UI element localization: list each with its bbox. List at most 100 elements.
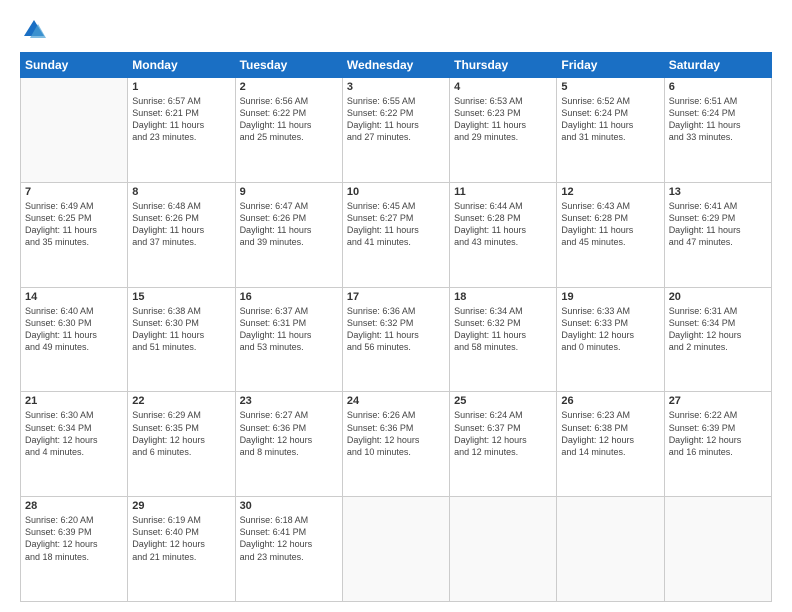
- day-number: 12: [561, 186, 659, 198]
- calendar-cell: 18Sunrise: 6:34 AM Sunset: 6:32 PM Dayli…: [450, 287, 557, 392]
- day-number: 16: [240, 291, 338, 303]
- logo: [20, 16, 52, 44]
- calendar-cell: 2 Sunrise: 6:56 AM Sunset: 6:22 PM Daylig…: [235, 78, 342, 183]
- cell-info: Sunrise: 6:53 AM Sunset: 6:23 PM Dayligh…: [454, 95, 552, 144]
- calendar-cell: 29 Sunrise: 6:19 AM Sunset: 6:40 PM Dayli…: [128, 497, 235, 602]
- cell-info: Sunrise: 6:44 AM Sunset: 6:28 PM Dayligh…: [454, 200, 552, 249]
- calendar-cell: 1 Sunrise: 6:57 AM Sunset: 6:21 PM Daylig…: [128, 78, 235, 183]
- cell-info: Sunrise: 6:26 AM Sunset: 6:36 PM Dayligh…: [347, 409, 445, 458]
- calendar-cell: 30 Sunrise: 6:18 AM Sunset: 6:41 PM Dayli…: [235, 497, 342, 602]
- col-header-thursday: Thursday: [450, 53, 557, 78]
- calendar-cell: 11 Sunrise: 6:44 AM Sunset: 6:28 PM Dayli…: [450, 182, 557, 287]
- cell-info: Sunrise: 6:51 AM Sunset: 6:24 PM Dayligh…: [669, 95, 767, 144]
- week-row-1: 1 Sunrise: 6:57 AM Sunset: 6:21 PM Daylig…: [21, 78, 772, 183]
- calendar-cell: 23Sunrise: 6:27 AM Sunset: 6:36 PM Dayli…: [235, 392, 342, 497]
- week-row-3: 14 Sunrise: 6:40 AM Sunset: 6:30 PM Dayli…: [21, 287, 772, 392]
- calendar-cell: [342, 497, 449, 602]
- cell-info: Sunrise: 6:36 AM Sunset: 6:32 PM Dayligh…: [347, 305, 445, 354]
- day-number: 4: [454, 81, 552, 93]
- day-number: 20: [669, 291, 767, 303]
- cell-info: Sunrise: 6:45 AM Sunset: 6:27 PM Dayligh…: [347, 200, 445, 249]
- day-number: 17: [347, 291, 445, 303]
- calendar-cell: 21 Sunrise: 6:30 AM Sunset: 6:34 PM Dayli…: [21, 392, 128, 497]
- col-header-monday: Monday: [128, 53, 235, 78]
- page: SundayMondayTuesdayWednesdayThursdayFrid…: [0, 0, 792, 612]
- week-row-5: 28 Sunrise: 6:20 AM Sunset: 6:39 PM Dayli…: [21, 497, 772, 602]
- day-number: 26: [561, 395, 659, 407]
- calendar-cell: 17 Sunrise: 6:36 AM Sunset: 6:32 PM Dayli…: [342, 287, 449, 392]
- calendar-cell: 10 Sunrise: 6:45 AM Sunset: 6:27 PM Dayli…: [342, 182, 449, 287]
- cell-info: Sunrise: 6:20 AM Sunset: 6:39 PM Dayligh…: [25, 514, 123, 563]
- day-number: 14: [25, 291, 123, 303]
- calendar-cell: [664, 497, 771, 602]
- week-row-2: 7 Sunrise: 6:49 AM Sunset: 6:25 PM Daylig…: [21, 182, 772, 287]
- day-number: 1: [132, 81, 230, 93]
- calendar-cell: 12 Sunrise: 6:43 AM Sunset: 6:28 PM Dayli…: [557, 182, 664, 287]
- calendar-cell: 14 Sunrise: 6:40 AM Sunset: 6:30 PM Dayli…: [21, 287, 128, 392]
- cell-info: Sunrise: 6:30 AM Sunset: 6:34 PM Dayligh…: [25, 409, 123, 458]
- col-header-saturday: Saturday: [664, 53, 771, 78]
- day-number: 23: [240, 395, 338, 407]
- cell-info: Sunrise: 6:48 AM Sunset: 6:26 PM Dayligh…: [132, 200, 230, 249]
- calendar-cell: 19Sunrise: 6:33 AM Sunset: 6:33 PM Dayli…: [557, 287, 664, 392]
- calendar-cell: 13 Sunrise: 6:41 AM Sunset: 6:29 PM Dayli…: [664, 182, 771, 287]
- cell-info: Sunrise: 6:56 AM Sunset: 6:22 PM Dayligh…: [240, 95, 338, 144]
- cell-info: Sunrise: 6:47 AM Sunset: 6:26 PM Dayligh…: [240, 200, 338, 249]
- calendar-cell: 9 Sunrise: 6:47 AM Sunset: 6:26 PM Daylig…: [235, 182, 342, 287]
- cell-info: Sunrise: 6:38 AM Sunset: 6:30 PM Dayligh…: [132, 305, 230, 354]
- day-number: 28: [25, 500, 123, 512]
- week-row-4: 21 Sunrise: 6:30 AM Sunset: 6:34 PM Dayli…: [21, 392, 772, 497]
- day-number: 11: [454, 186, 552, 198]
- calendar-cell: 15 Sunrise: 6:38 AM Sunset: 6:30 PM Dayli…: [128, 287, 235, 392]
- calendar-cell: 8 Sunrise: 6:48 AM Sunset: 6:26 PM Daylig…: [128, 182, 235, 287]
- cell-info: Sunrise: 6:57 AM Sunset: 6:21 PM Dayligh…: [132, 95, 230, 144]
- cell-info: Sunrise: 6:19 AM Sunset: 6:40 PM Dayligh…: [132, 514, 230, 563]
- cell-info: Sunrise: 6:23 AM Sunset: 6:38 PM Dayligh…: [561, 409, 659, 458]
- day-number: 7: [25, 186, 123, 198]
- cell-info: Sunrise: 6:24 AM Sunset: 6:37 PM Dayligh…: [454, 409, 552, 458]
- cell-info: Sunrise: 6:49 AM Sunset: 6:25 PM Dayligh…: [25, 200, 123, 249]
- day-number: 13: [669, 186, 767, 198]
- day-number: 15: [132, 291, 230, 303]
- calendar-cell: 6 Sunrise: 6:51 AM Sunset: 6:24 PM Daylig…: [664, 78, 771, 183]
- calendar-cell: 4 Sunrise: 6:53 AM Sunset: 6:23 PM Daylig…: [450, 78, 557, 183]
- calendar-cell: 25 Sunrise: 6:24 AM Sunset: 6:37 PM Dayli…: [450, 392, 557, 497]
- cell-info: Sunrise: 6:40 AM Sunset: 6:30 PM Dayligh…: [25, 305, 123, 354]
- calendar-cell: 24 Sunrise: 6:26 AM Sunset: 6:36 PM Dayli…: [342, 392, 449, 497]
- calendar-cell: [557, 497, 664, 602]
- day-number: 6: [669, 81, 767, 93]
- cell-info: Sunrise: 6:41 AM Sunset: 6:29 PM Dayligh…: [669, 200, 767, 249]
- cell-info: Sunrise: 6:37 AM Sunset: 6:31 PM Dayligh…: [240, 305, 338, 354]
- calendar-cell: [450, 497, 557, 602]
- calendar-table: SundayMondayTuesdayWednesdayThursdayFrid…: [20, 52, 772, 602]
- day-number: 29: [132, 500, 230, 512]
- header: [20, 16, 772, 44]
- calendar-cell: 3 Sunrise: 6:55 AM Sunset: 6:22 PM Daylig…: [342, 78, 449, 183]
- col-header-sunday: Sunday: [21, 53, 128, 78]
- day-number: 3: [347, 81, 445, 93]
- day-number: 21: [25, 395, 123, 407]
- calendar-cell: 26 Sunrise: 6:23 AM Sunset: 6:38 PM Dayli…: [557, 392, 664, 497]
- calendar-cell: 22Sunrise: 6:29 AM Sunset: 6:35 PM Dayli…: [128, 392, 235, 497]
- calendar-cell: [21, 78, 128, 183]
- calendar-cell: 7 Sunrise: 6:49 AM Sunset: 6:25 PM Daylig…: [21, 182, 128, 287]
- day-number: 18: [454, 291, 552, 303]
- day-number: 25: [454, 395, 552, 407]
- day-number: 24: [347, 395, 445, 407]
- day-number: 2: [240, 81, 338, 93]
- logo-icon: [20, 16, 48, 44]
- day-number: 30: [240, 500, 338, 512]
- cell-info: Sunrise: 6:43 AM Sunset: 6:28 PM Dayligh…: [561, 200, 659, 249]
- day-number: 19: [561, 291, 659, 303]
- cell-info: Sunrise: 6:18 AM Sunset: 6:41 PM Dayligh…: [240, 514, 338, 563]
- calendar-cell: 5Sunrise: 6:52 AM Sunset: 6:24 PM Daylig…: [557, 78, 664, 183]
- calendar-cell: 28 Sunrise: 6:20 AM Sunset: 6:39 PM Dayli…: [21, 497, 128, 602]
- calendar-header-row: SundayMondayTuesdayWednesdayThursdayFrid…: [21, 53, 772, 78]
- col-header-friday: Friday: [557, 53, 664, 78]
- cell-info: Sunrise: 6:55 AM Sunset: 6:22 PM Dayligh…: [347, 95, 445, 144]
- cell-info: Sunrise: 6:22 AM Sunset: 6:39 PM Dayligh…: [669, 409, 767, 458]
- day-number: 9: [240, 186, 338, 198]
- day-number: 10: [347, 186, 445, 198]
- col-header-tuesday: Tuesday: [235, 53, 342, 78]
- day-number: 8: [132, 186, 230, 198]
